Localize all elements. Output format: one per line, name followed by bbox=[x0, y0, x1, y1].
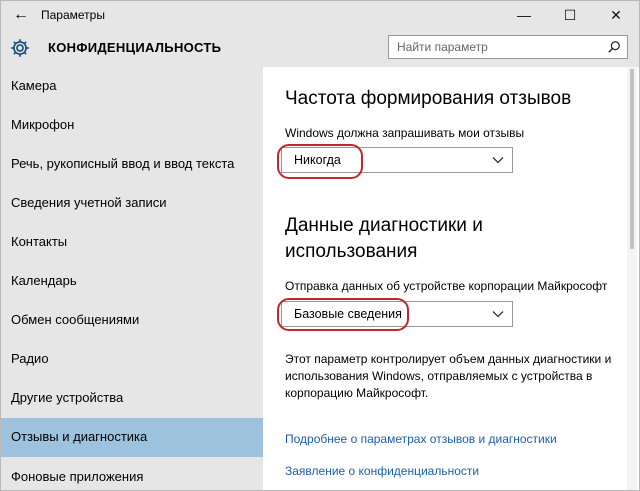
search-icon[interactable] bbox=[607, 40, 621, 54]
back-button[interactable]: ← bbox=[11, 5, 31, 25]
search-box[interactable] bbox=[388, 35, 628, 59]
scrollbar-thumb[interactable] bbox=[630, 69, 634, 249]
scrollbar[interactable] bbox=[627, 67, 637, 490]
sidebar-item-messaging[interactable]: Обмен сообщениями bbox=[1, 301, 263, 339]
sidebar-item-camera[interactable]: Камера bbox=[1, 67, 263, 105]
close-button[interactable]: ✕ bbox=[593, 1, 639, 29]
title-bar: ← Параметры — ☐ ✕ bbox=[1, 1, 639, 29]
settings-window: ← Параметры — ☐ ✕ КОНФИДЕНЦИАЛЬНОСТЬ Кам… bbox=[0, 0, 640, 491]
diagnostics-description-line1: Этот параметр контролирует объем данных … bbox=[285, 352, 612, 366]
privacy-statement-link[interactable]: Заявление о конфиденциальности bbox=[285, 464, 479, 478]
page-title: КОНФИДЕНЦИАЛЬНОСТЬ bbox=[48, 40, 222, 55]
diagnostics-heading-line2: использования bbox=[285, 241, 418, 262]
diagnostics-description-line3: корпорацию Майкрософт. bbox=[285, 386, 429, 400]
sidebar-item-speech-inking-typing[interactable]: Речь, рукописный ввод и ввод текста bbox=[1, 145, 263, 183]
gear-icon bbox=[11, 39, 29, 57]
window-title: Параметры bbox=[41, 8, 105, 22]
sidebar-item-contacts[interactable]: Контакты bbox=[1, 223, 263, 261]
red-highlight-annotation bbox=[277, 298, 409, 331]
search-input[interactable] bbox=[389, 36, 615, 58]
feedback-frequency-label: Windows должна запрашивать мои отзывы bbox=[285, 126, 525, 140]
sidebar-item-calendar[interactable]: Календарь bbox=[1, 262, 263, 300]
page-header: КОНФИДЕНЦИАЛЬНОСТЬ bbox=[1, 29, 639, 67]
sidebar-item-other-devices[interactable]: Другие устройства bbox=[1, 379, 263, 417]
feedback-frequency-heading: Частота формирования отзывов bbox=[285, 88, 572, 109]
sidebar-item-account-info[interactable]: Сведения учетной записи bbox=[1, 184, 263, 222]
chevron-down-icon bbox=[492, 311, 504, 318]
maximize-button[interactable]: ☐ bbox=[547, 1, 593, 29]
diagnostics-label: Отправка данных об устройстве корпорации… bbox=[285, 279, 608, 293]
sidebar-item-radios[interactable]: Радио bbox=[1, 340, 263, 378]
sidebar-item-microphone[interactable]: Микрофон bbox=[1, 106, 263, 144]
sidebar-item-background-apps[interactable]: Фоновые приложения bbox=[1, 458, 263, 490]
sidebar-item-feedback-diagnostics[interactable]: Отзывы и диагностика bbox=[1, 418, 263, 457]
feedback-diagnostics-more-link[interactable]: Подробнее о параметрах отзывов и диагнос… bbox=[285, 432, 557, 446]
diagnostics-heading-line1: Данные диагностики и bbox=[285, 215, 483, 236]
minimize-button[interactable]: — bbox=[501, 1, 547, 29]
diagnostics-description-line2: использования Windows, отправляемых с ус… bbox=[285, 369, 593, 383]
chevron-down-icon bbox=[492, 157, 504, 164]
red-highlight-annotation bbox=[277, 144, 363, 179]
sidebar: Камера Микрофон Речь, рукописный ввод и … bbox=[1, 67, 263, 490]
